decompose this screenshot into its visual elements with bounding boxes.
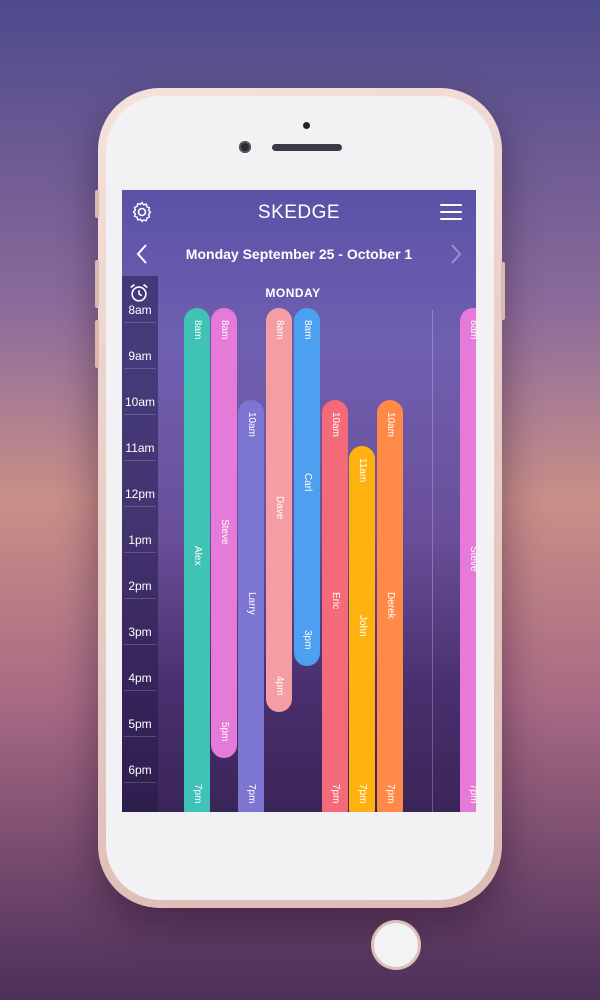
shift-start-label: 8am [219, 320, 230, 340]
shift-employee-name: Dave [274, 496, 285, 520]
shift-start-label: 10am [246, 412, 257, 438]
shift-employee-name: Derek [385, 592, 396, 619]
time-gridline [124, 322, 156, 323]
week-range-label: Monday September 25 - October 1 [185, 246, 413, 262]
time-gridline [124, 690, 156, 691]
app-screen: SKEDGE Monday September 25 - October 1 8… [122, 190, 476, 812]
shift-end-label: 7pm [385, 784, 396, 804]
shift-bar-john[interactable]: 11am John 7pm [349, 446, 375, 812]
day-divider [432, 310, 433, 812]
shift-end-label: 5pm [219, 722, 230, 742]
time-label: 1pm [128, 533, 152, 547]
time-gridline [124, 460, 156, 461]
time-gridline [124, 644, 156, 645]
shift-employee-name: Larry [246, 592, 257, 615]
shift-end-label: 7pm [357, 784, 368, 804]
time-label: 11am [125, 441, 155, 455]
time-label: 8am [128, 303, 152, 317]
shift-end-label: 4pm [274, 676, 285, 696]
shift-employee-name: Carl [302, 473, 313, 492]
time-gridline [124, 368, 156, 369]
shift-end-label: 7pm [330, 784, 341, 804]
time-gridline [124, 736, 156, 737]
shift-bar-alex[interactable]: 8am Alex 7pm [184, 308, 210, 812]
shift-end-label: 7pm [468, 784, 476, 804]
app-title: SKEDGE [257, 202, 341, 223]
shift-bar-steve[interactable]: 8am Steve 7pm [460, 308, 476, 812]
shift-start-label: 8am [302, 320, 313, 340]
shift-employee-name: Steve [468, 546, 476, 572]
mute-switch [95, 190, 99, 218]
time-label: 5pm [128, 717, 152, 731]
time-gridline [124, 598, 156, 599]
day-header: MONDAY [265, 286, 321, 300]
time-gridline [124, 552, 156, 553]
volume-down-button [95, 320, 99, 368]
time-label: 2pm [128, 579, 152, 593]
time-gridline [124, 414, 156, 415]
shift-start-label: 10am [385, 412, 396, 438]
front-camera [239, 141, 251, 153]
time-gridline [124, 506, 156, 507]
shift-bar-dave[interactable]: 8am Dave 4pm [266, 308, 292, 712]
time-label: 10am [124, 395, 156, 409]
shift-end-label: 3pm [302, 630, 313, 650]
earpiece-speaker [272, 144, 342, 151]
shift-employee-name: Steve [219, 519, 230, 545]
shift-employee-name: John [357, 615, 368, 637]
time-label: 3pm [128, 625, 152, 639]
chevron-right-icon[interactable] [448, 242, 464, 266]
shift-end-label: 7pm [246, 784, 257, 804]
home-button[interactable] [371, 920, 421, 970]
time-label: 6pm [128, 763, 152, 777]
shift-start-label: 8am [192, 320, 203, 340]
power-button [501, 262, 505, 320]
shift-end-label: 7pm [192, 784, 203, 804]
shift-bar-carl[interactable]: 8am Carl 3pm [294, 308, 320, 666]
time-label: 9am [128, 349, 152, 363]
shift-bar-eric[interactable]: 10am Eric 7pm [322, 400, 348, 812]
shift-bar-derek[interactable]: 10am Derek 7pm [377, 400, 403, 812]
time-gridline [124, 782, 156, 783]
alarm-clock-icon[interactable] [128, 282, 150, 304]
shift-start-label: 10am [330, 412, 341, 438]
time-label: 12pm [124, 487, 156, 501]
shift-bar-larry[interactable]: 10am Larry 7pm [238, 400, 264, 812]
time-label: 4pm [128, 671, 152, 685]
shift-start-label: 11am [357, 458, 368, 483]
shift-employee-name: Alex [192, 546, 203, 566]
hamburger-icon[interactable] [440, 204, 462, 220]
shift-bar-steve[interactable]: 8am Steve 5pm [211, 308, 237, 758]
shift-start-label: 8am [274, 320, 285, 340]
shift-employee-name: Eric [330, 592, 341, 610]
time-column: 8am 9am 10am 11am 12pm 1pm 2pm 3pm 4pm 5pm 6pm [122, 276, 158, 812]
volume-up-button [95, 260, 99, 308]
sensor [303, 122, 310, 129]
shift-start-label: 8am [468, 320, 476, 340]
